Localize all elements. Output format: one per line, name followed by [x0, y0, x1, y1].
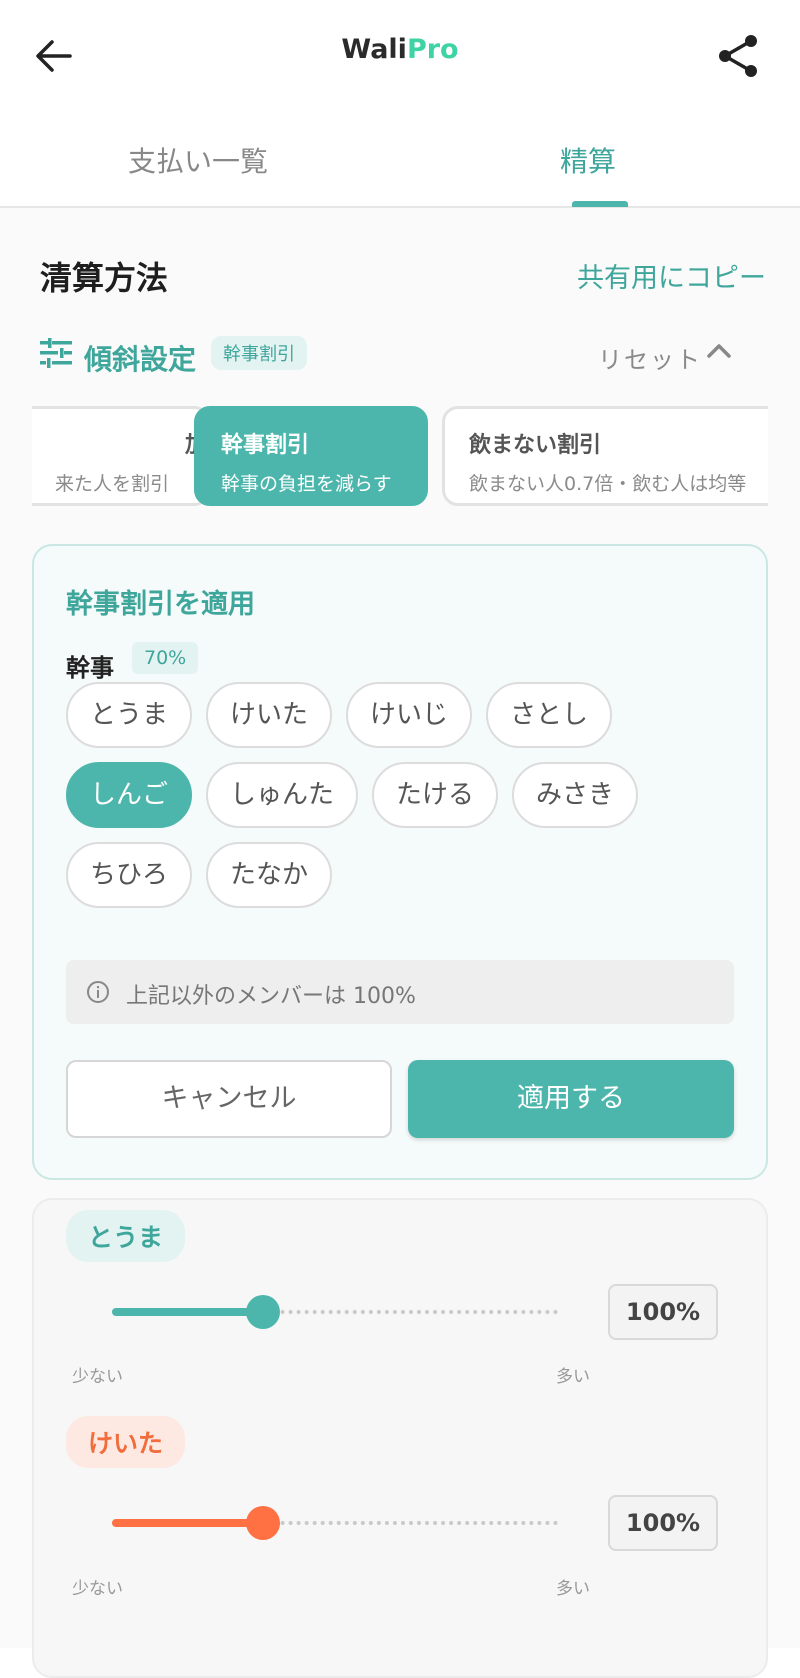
member-chip-touma[interactable]: とうま [66, 682, 192, 748]
app-logo: WaliPro [0, 34, 800, 65]
preset-subtitle: 飲まない人0.7倍・飲む人は均等 [469, 473, 747, 495]
organizer-role-label: 幹事 [66, 654, 114, 682]
member-chip-keiji[interactable]: けいじ [346, 682, 472, 748]
apply-panel-title: 幹事割引を適用 [66, 589, 255, 620]
tab-active-indicator [572, 201, 628, 207]
tab-settlement[interactable]: 精算 [560, 140, 616, 180]
preset-title: 飲まない割引 [469, 433, 602, 458]
weight-value-field[interactable]: 100% [608, 1284, 718, 1340]
info-icon [86, 980, 110, 1004]
member-chip-shunta[interactable]: しゅんた [206, 762, 358, 828]
share-button[interactable] [714, 32, 762, 80]
slider-handle[interactable] [246, 1295, 280, 1329]
apply-button[interactable]: 適用する [408, 1060, 734, 1138]
preset-card-organizer-discount[interactable]: 幹事割引 幹事の負担を減らす [194, 406, 428, 506]
slider-handle[interactable] [246, 1506, 280, 1540]
preset-card-non-drinker-discount[interactable]: 飲まない割引 飲まない人0.7倍・飲む人は均等 [442, 406, 768, 506]
page-title: 清算方法 [40, 259, 169, 297]
tune-icon [40, 338, 72, 368]
incline-settings-label: 傾斜設定 [84, 343, 197, 376]
member-chip-shingo[interactable]: しんご [66, 762, 192, 828]
member-name-badge: とうま [66, 1210, 186, 1262]
preset-carousel[interactable]: 加 来た人を割引 幹事割引 幹事の負担を減らす 飲まない割引 飲まない人0.7倍… [32, 404, 768, 514]
slider-fill [112, 1308, 262, 1316]
preset-subtitle: 来た人を割引 [55, 473, 170, 495]
slider-fill [112, 1519, 262, 1527]
member-chip-tanaka[interactable]: たなか [206, 842, 332, 908]
preset-title: 幹事割引 [221, 433, 310, 458]
chevron-up-icon [707, 344, 731, 358]
info-note-text: 上記以外のメンバーは 100% [126, 984, 416, 1009]
scale-max-label: 多い [556, 1367, 590, 1387]
member-name-badge: けいた [66, 1416, 186, 1468]
logo-text-pro: Pro [406, 34, 459, 65]
scale-min-label: 少ない [72, 1367, 123, 1387]
current-preset-badge: 幹事割引 [211, 336, 307, 370]
member-chip-misaki[interactable]: みさき [512, 762, 638, 828]
member-chip-takeru[interactable]: たける [372, 762, 498, 828]
member-chip-satoshi[interactable]: さとし [486, 682, 612, 748]
share-icon [719, 35, 757, 77]
organizer-percent-badge: 70% [132, 642, 199, 674]
scale-min-label: 少ない [72, 1579, 123, 1599]
member-chip-keita[interactable]: けいた [206, 682, 332, 748]
preset-subtitle: 幹事の負担を減らす [221, 473, 392, 495]
scale-max-label: 多い [556, 1579, 590, 1599]
collapse-button[interactable] [704, 336, 734, 366]
cancel-button[interactable]: キャンセル [66, 1060, 392, 1138]
member-chip-chihiro[interactable]: ちひろ [66, 842, 192, 908]
preset-title: 加 [55, 427, 207, 459]
copy-for-share-button[interactable]: 共有用にコピー [577, 256, 766, 295]
preset-card-attendance[interactable]: 加 来た人を割引 [32, 406, 210, 506]
weight-value-field[interactable]: 100% [608, 1495, 718, 1551]
tab-payments[interactable]: 支払い一覧 [128, 140, 268, 180]
reset-button[interactable]: リセット [598, 340, 702, 375]
logo-text-wali: Wali [341, 34, 407, 65]
